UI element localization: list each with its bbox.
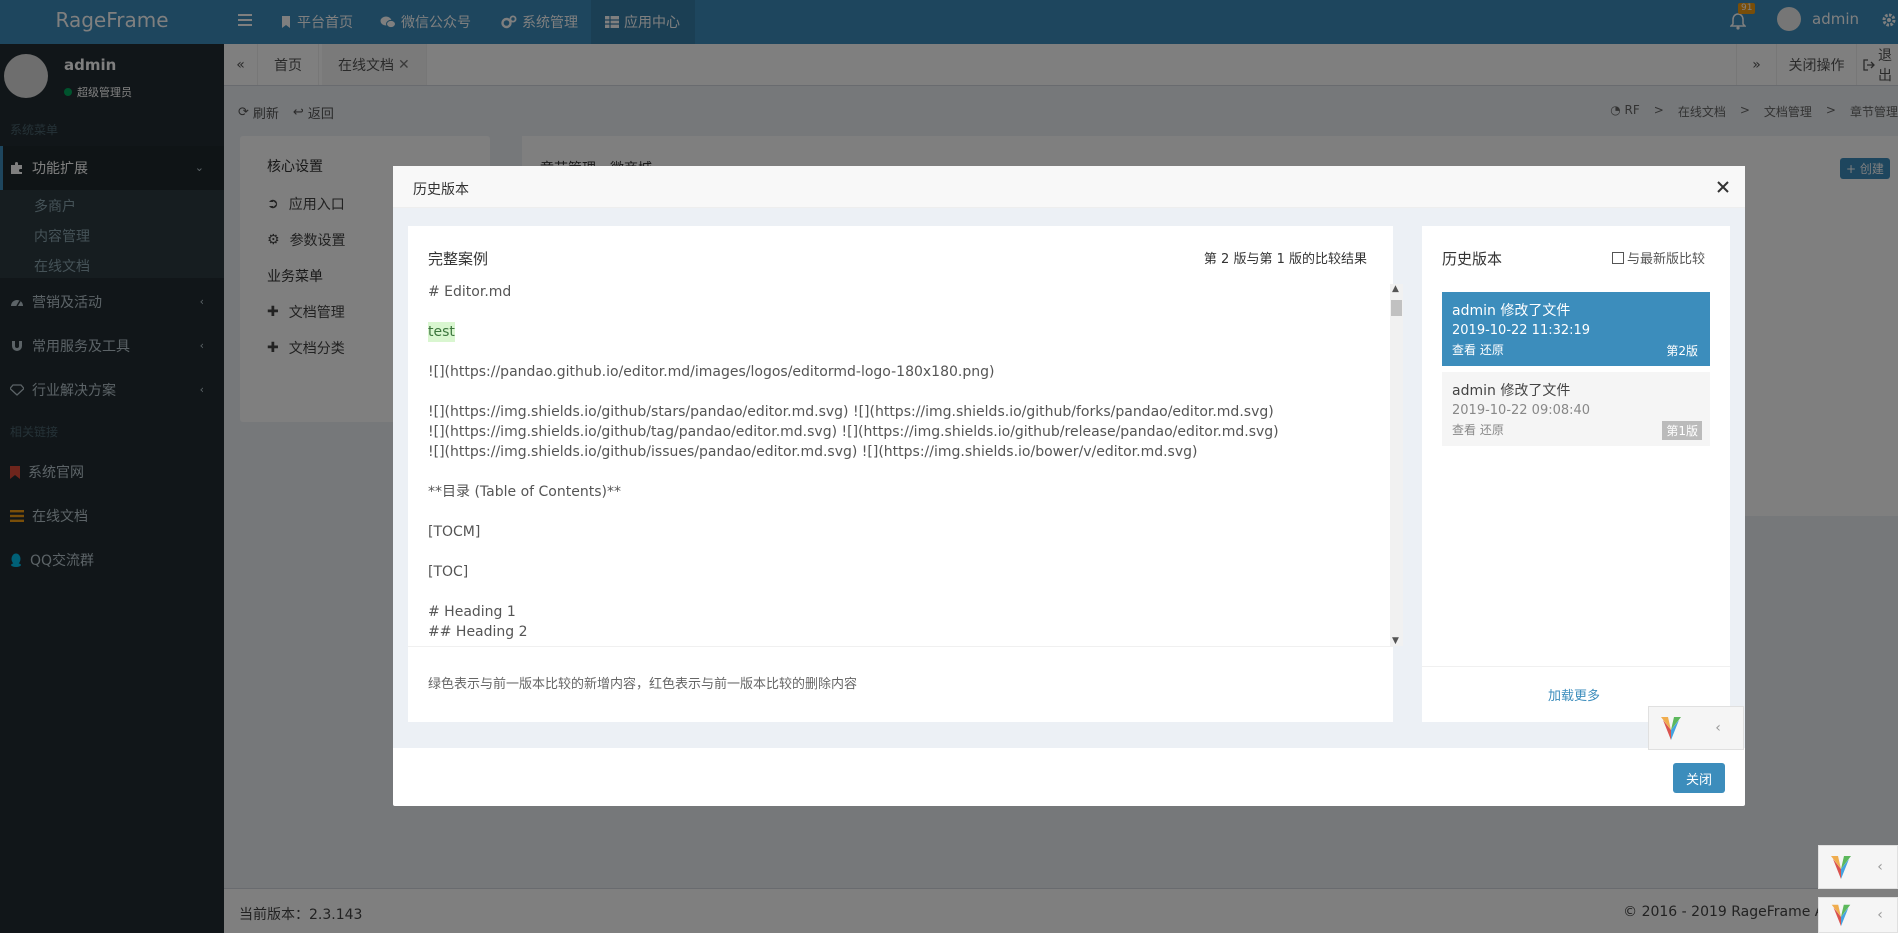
history-title: 历史版本 [1442,250,1503,268]
diff-content[interactable]: # Editor.md test ![](https://pandao.github… [428,282,1363,644]
scrollbar[interactable]: ▲ ▼ [1390,284,1403,646]
version-badge: 第1版 [1662,421,1702,440]
debug-toolbar[interactable]: ‹ [1818,845,1898,889]
version-item[interactable]: admin 修改了文件 2019-10-22 09:08:40 查看 还原 第1版 [1442,372,1710,446]
diff-title: 完整案例 [428,250,489,268]
diff-line: ![](https://img.shields.io/github/stars/… [428,402,1363,422]
diff-line [428,462,1363,482]
diff-line [428,542,1363,562]
diff-panel: 完整案例 第 2 版与第 1 版的比较结果 # Editor.md test ![]… [408,226,1403,722]
scroll-down-icon[interactable]: ▼ [1392,636,1399,646]
diff-line-text: ![](https://img.shields.io/github/stars/… [428,404,1274,420]
checkbox[interactable] [1611,251,1624,264]
yii-logo-icon [1649,707,1693,749]
diff-line: ### Heading 3 [428,642,1363,644]
diff-line: **目录 (Table of Contents)** [428,482,1363,502]
diff-line-text: ![](https://img.shields.io/github/tag/pa… [428,424,1279,440]
debug-toolbar[interactable]: ‹ [1818,897,1898,933]
load-more-link[interactable]: 加载更多 [1548,685,1600,704]
diff-line: ![](https://img.shields.io/github/issues… [428,442,1363,462]
debug-toolbar[interactable]: ‹ [1648,706,1744,750]
diff-footer: 绿色表示与前一版本比较的新增内容，红色表示与前一版本比较的删除内容 [408,646,1393,722]
diff-added-text: test [428,322,455,342]
diff-line-text: ![](https://img.shields.io/github/issues… [428,444,1198,460]
version-item[interactable]: admin 修改了文件 2019-10-22 11:32:19 查看 还原 第2版 [1442,292,1710,366]
yii-logo-icon [1819,898,1863,932]
diff-line [428,582,1363,602]
modal-header: 历史版本 [393,166,1745,208]
chevron-left-icon[interactable]: ‹ [1863,859,1897,875]
diff-line-text: [TOC] [428,564,469,580]
history-panel: 历史版本 与最新版比较 admin 修改了文件 2019-10-22 11:32:… [1422,226,1730,722]
version-time: 2019-10-22 09:08:40 [1452,403,1591,418]
diff-line: test [428,322,1363,342]
chevron-left-icon[interactable]: ‹ [1863,907,1897,923]
version-author: admin 修改了文件 [1452,383,1571,399]
diff-line: [TOCM] [428,522,1363,542]
compare-latest-checkbox[interactable]: 与最新版比较 [1611,248,1705,267]
diff-result-label: 第 2 版与第 1 版的比较结果 [1203,252,1367,267]
diff-line [428,342,1363,362]
diff-line-text: ![](https://pandao.github.io/editor.md/i… [428,364,995,380]
diff-legend: 绿色表示与前一版本比较的新增内容，红色表示与前一版本比较的删除内容 [428,677,858,692]
version-time: 2019-10-22 11:32:19 [1452,323,1591,338]
close-icon[interactable] [1715,179,1731,195]
chevron-left-icon[interactable]: ‹ [1693,720,1743,736]
history-modal: 历史版本 完整案例 第 2 版与第 1 版的比较结果 # Editor.md te… [393,166,1745,806]
diff-line: # Editor.md [428,282,1363,302]
close-button[interactable]: 关闭 [1673,763,1725,793]
diff-line-text: [TOCM] [428,524,481,540]
diff-line: # Heading 1 [428,602,1363,622]
yii-logo-icon [1819,846,1863,888]
diff-line-text: # Editor.md [428,284,512,300]
diff-line [428,502,1363,522]
diff-line: ![](https://img.shields.io/github/tag/pa… [428,422,1363,442]
version-author: admin 修改了文件 [1452,303,1571,319]
version-badge: 第2版 [1666,344,1698,358]
modal-title: 历史版本 [413,182,469,198]
scroll-up-icon[interactable]: ▲ [1392,284,1399,294]
diff-line: ![](https://pandao.github.io/editor.md/i… [428,362,1363,382]
modal-body: 完整案例 第 2 版与第 1 版的比较结果 # Editor.md test ![]… [393,208,1745,748]
diff-line: ## Heading 2 [428,622,1363,642]
modal-footer: 关闭 [393,748,1745,806]
diff-line [428,382,1363,402]
diff-line-text: **目录 (Table of Contents)** [428,484,621,500]
diff-line-text: ## Heading 2 [428,624,528,640]
scrollbar-thumb[interactable] [1391,300,1402,316]
diff-line: [TOC] [428,562,1363,582]
diff-line [428,302,1363,322]
diff-line-text: # Heading 1 [428,604,516,620]
